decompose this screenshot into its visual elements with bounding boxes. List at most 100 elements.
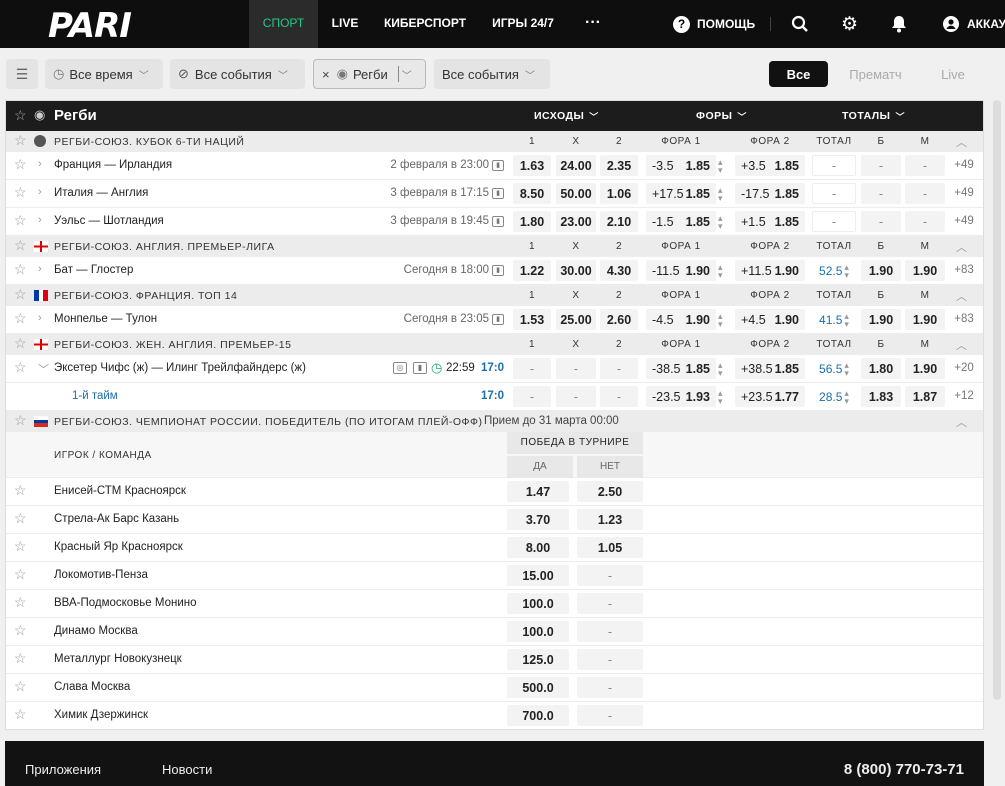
winner-row[interactable]: ☆ Химик Дзержинск 700.0 -: [6, 702, 983, 729]
odd-yes[interactable]: 700.0: [507, 705, 569, 726]
total-line[interactable]: 41.5 ▴ ▾: [812, 309, 856, 330]
odd-no[interactable]: -: [577, 593, 643, 614]
footer-apps-link[interactable]: Приложения: [25, 762, 101, 777]
handicap-2[interactable]: +23.5 1.77: [735, 386, 805, 407]
odd-over[interactable]: 1.90: [861, 309, 901, 330]
sort-arrows-icon[interactable]: ▴ ▾: [844, 360, 849, 377]
odd-2[interactable]: -: [600, 358, 638, 379]
stats-icon[interactable]: ▮: [492, 265, 504, 276]
odd-over[interactable]: -: [861, 211, 901, 232]
odd-1[interactable]: -: [513, 386, 551, 407]
league-header[interactable]: ☆ РЕГБИ-СОЮЗ. ЧЕМПИОНАТ РОССИИ. ПОБЕДИТЕЛ…: [6, 411, 983, 432]
match-row[interactable]: ☆ ﹀ Эксетер Чифс (ж) — Илинг Трейлфайндерс…: [6, 355, 983, 383]
sort-arrows-icon[interactable]: ▴ ▾: [718, 361, 723, 378]
footer-news-link[interactable]: Новости: [162, 762, 212, 777]
star-icon[interactable]: ☆: [14, 133, 29, 148]
sort-arrows-icon[interactable]: ▴ ▾: [844, 311, 849, 328]
collapse-chevron-icon[interactable]: ︿: [956, 414, 967, 430]
handicap-2[interactable]: -17.5 1.85: [735, 183, 805, 204]
star-icon[interactable]: ☆: [14, 238, 29, 253]
handicap-group-label[interactable]: ФОРЫ ﹀: [696, 101, 747, 131]
more-markets-link[interactable]: +49: [948, 187, 980, 199]
handicap-2[interactable]: +11.5 1.90: [735, 260, 805, 281]
odd-1[interactable]: 8.50: [513, 183, 551, 204]
star-icon[interactable]: ☆: [14, 623, 29, 638]
chevron-right-icon[interactable]: ›: [38, 214, 42, 226]
stats-icon[interactable]: ▮: [492, 160, 504, 171]
winner-row[interactable]: ☆ Локомотив-Пенза 15.00 -: [6, 562, 983, 590]
total-line[interactable]: 52.5 ▴ ▾: [812, 260, 856, 281]
star-icon[interactable]: ☆: [14, 157, 29, 172]
odd-x[interactable]: 50.00: [556, 183, 596, 204]
sort-arrows-icon[interactable]: ▴ ▾: [718, 389, 723, 406]
more-markets-link[interactable]: +12: [948, 390, 980, 402]
collapse-chevron-icon[interactable]: ︿: [956, 288, 967, 304]
match-teams[interactable]: Монпелье — Тулон: [54, 313, 157, 325]
gear-icon[interactable]: ⚙: [841, 0, 858, 48]
events-filter-2[interactable]: Все события ﹀: [434, 59, 550, 89]
star-icon[interactable]: ☆: [14, 707, 29, 722]
odd-2[interactable]: 2.10: [600, 211, 638, 232]
chevron-right-icon[interactable]: ›: [38, 263, 42, 275]
handicap-2[interactable]: +3.5 1.85: [735, 155, 805, 176]
odd-1[interactable]: 1.22: [513, 260, 551, 281]
odd-1[interactable]: 1.63: [513, 155, 551, 176]
nav-sport[interactable]: СПОРТ: [249, 0, 318, 48]
odd-x[interactable]: 23.00: [556, 211, 596, 232]
tab-prematch[interactable]: Прематч: [838, 61, 913, 87]
star-icon[interactable]: ☆: [14, 595, 29, 610]
match-teams[interactable]: Италия — Англия: [54, 187, 148, 199]
account-button[interactable]: АККАУ: [943, 0, 1005, 48]
winner-row[interactable]: ☆ Металлург Новокузнецк 125.0 -: [6, 646, 983, 674]
odd-yes[interactable]: 3.70: [507, 509, 569, 530]
total-line[interactable]: 56.5 ▴ ▾: [812, 358, 856, 379]
handicap-1[interactable]: -11.5 1.90: [646, 260, 716, 281]
odd-x[interactable]: 30.00: [556, 260, 596, 281]
odd-no[interactable]: -: [577, 565, 643, 586]
more-markets-link[interactable]: +83: [948, 313, 980, 325]
handicap-1[interactable]: -1.5 1.85: [646, 211, 716, 232]
winner-row[interactable]: ☆ Слава Москва 500.0 -: [6, 674, 983, 702]
star-icon[interactable]: ☆: [14, 185, 29, 200]
match-teams[interactable]: Эксетер Чифс (ж) — Илинг Трейлфайндерс (…: [54, 362, 306, 374]
odd-under[interactable]: 1.90: [905, 358, 945, 379]
winner-row[interactable]: ☆ Динамо Москва 100.0 -: [6, 618, 983, 646]
match-row[interactable]: ☆ › Италия — Англия 3 февраля в 17:15 ▮ 8.50 5…: [6, 180, 983, 208]
handicap-2[interactable]: +1.5 1.85: [735, 211, 805, 232]
nav-live[interactable]: LIVE: [322, 0, 368, 48]
league-header[interactable]: ☆ РЕГБИ-СОЮЗ. КУБОК 6-ТИ НАЦИЙ 1 X 2 ФОРА 1 ФО…: [6, 131, 983, 152]
stats-icon[interactable]: ▮: [413, 362, 427, 374]
footer-phone[interactable]: 8 (800) 770-73-71: [844, 761, 964, 778]
match-row[interactable]: ☆ › Уэльс — Шотландия 3 февраля в 19:45 ▮ 1.8…: [6, 208, 983, 236]
sort-arrows-icon[interactable]: ▴ ▾: [718, 312, 723, 329]
total-line[interactable]: -: [812, 155, 856, 176]
odd-no[interactable]: 1.05: [577, 537, 643, 558]
sort-arrows-icon[interactable]: ▴ ▾: [718, 263, 723, 280]
close-icon[interactable]: ×: [322, 67, 330, 82]
odd-under[interactable]: 1.90: [905, 309, 945, 330]
star-icon[interactable]: ☆: [14, 360, 29, 375]
league-header[interactable]: ☆ РЕГБИ-СОЮЗ. АНГЛИЯ. ПРЕМЬЕР-ЛИГА 1 X 2 ФОРА…: [6, 236, 983, 257]
chevron-right-icon[interactable]: ›: [38, 158, 42, 170]
winner-row[interactable]: ☆ Енисей-СТМ Красноярск 1.47 2.50: [6, 478, 983, 506]
stats-icon[interactable]: ▮: [492, 314, 504, 325]
star-icon[interactable]: ☆: [14, 651, 29, 666]
tab-all[interactable]: Все: [769, 61, 828, 87]
odd-under[interactable]: 1.87: [905, 386, 945, 407]
league-name[interactable]: РЕГБИ-СОЮЗ. АНГЛИЯ. ПРЕМЬЕР-ЛИГА: [54, 241, 275, 253]
odd-over[interactable]: -: [861, 183, 901, 204]
odd-2[interactable]: 2.35: [600, 155, 638, 176]
odd-x[interactable]: 24.00: [556, 155, 596, 176]
handicap-1[interactable]: +17.5 1.85: [646, 183, 716, 204]
star-icon[interactable]: ☆: [14, 336, 29, 351]
odd-2[interactable]: 2.60: [600, 309, 638, 330]
events-filter[interactable]: ⊘ Все события ﹀: [170, 59, 305, 89]
odd-under[interactable]: -: [905, 211, 945, 232]
odd-no[interactable]: -: [577, 649, 643, 670]
odd-no[interactable]: -: [577, 705, 643, 726]
collapse-chevron-icon[interactable]: ︿: [956, 337, 967, 353]
handicap-2[interactable]: +4.5 1.90: [735, 309, 805, 330]
odd-1[interactable]: 1.53: [513, 309, 551, 330]
star-icon[interactable]: ☆: [14, 311, 29, 326]
odd-no[interactable]: 1.23: [577, 509, 643, 530]
